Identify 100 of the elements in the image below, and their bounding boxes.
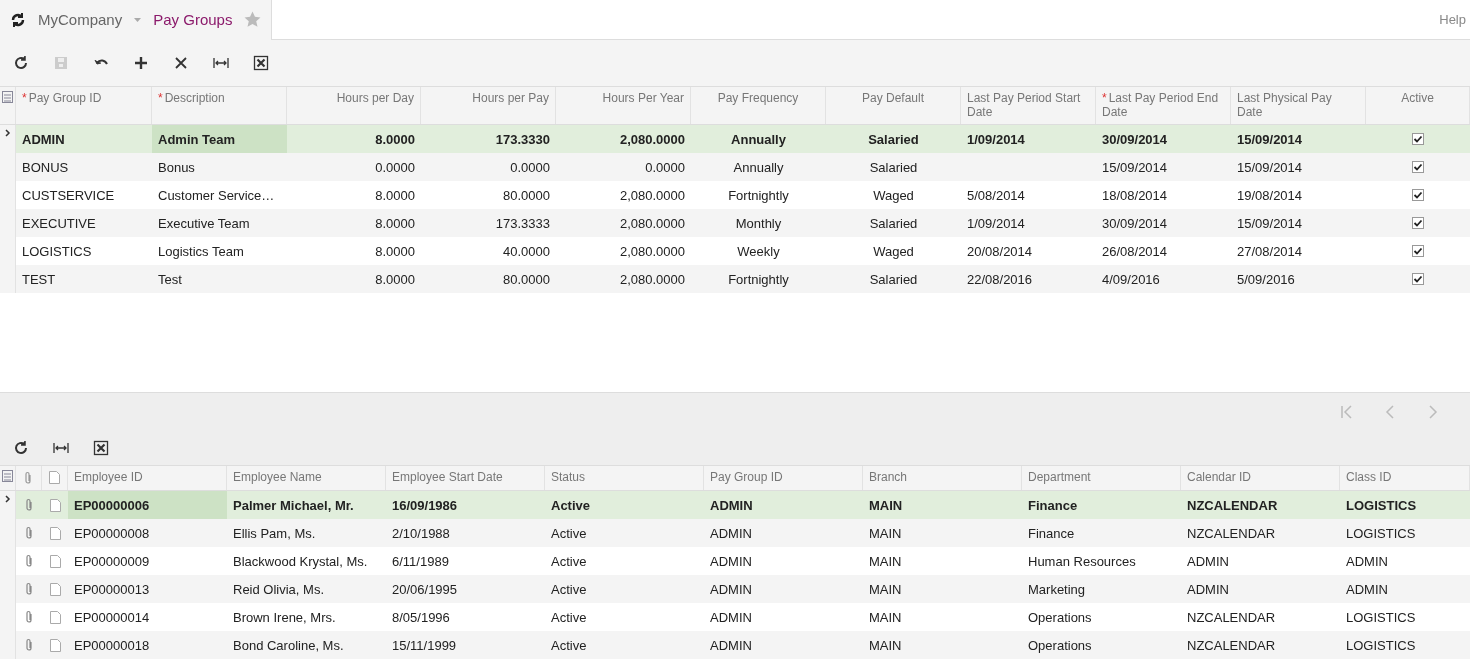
table-cell: MAIN <box>869 637 902 653</box>
attachment-icon[interactable] <box>24 554 34 568</box>
delete-icon[interactable] <box>173 55 189 71</box>
attachment-icon[interactable] <box>24 498 34 512</box>
table-row[interactable]: CUSTSERVICE Customer Service… 8.0000 80.0000 2,080.0000 Fortnightly Waged 5/08/2014 18/08/2014 19/08/2014 <box>0 181 1470 209</box>
table-cell: Executive Team <box>158 215 250 231</box>
note-icon[interactable] <box>49 526 61 540</box>
row-selector[interactable] <box>0 491 16 519</box>
active-checkbox[interactable] <box>1412 133 1424 145</box>
table-row[interactable]: EP00000006 Palmer Michael, Mr. 16/09/1986 Active ADMIN MAIN Finance NZCALENDAR LOGISTICS <box>0 491 1470 519</box>
table-cell: 2,080.0000 <box>619 271 685 287</box>
column-header[interactable]: Branch <box>863 466 1022 490</box>
star-icon[interactable] <box>244 11 262 28</box>
table-cell: Annually <box>733 159 784 175</box>
table-cell: EP00000008 <box>74 525 150 541</box>
column-header[interactable]: Hours per Pay <box>421 87 556 124</box>
table-cell: ADMIN <box>1187 553 1229 569</box>
table-row[interactable]: BONUS Bonus 0.0000 0.0000 0.0000 Annually Salaried 15/09/2014 15/09/2014 <box>0 153 1470 181</box>
column-header[interactable]: Status <box>545 466 704 490</box>
table-cell: NZCALENDAR <box>1187 497 1278 513</box>
row-settings-icon[interactable] <box>2 91 13 103</box>
active-checkbox[interactable] <box>1412 217 1424 229</box>
column-header[interactable]: Department <box>1022 466 1181 490</box>
active-checkbox[interactable] <box>1412 189 1424 201</box>
table-cell: 80.0000 <box>503 187 550 203</box>
refresh-icon[interactable] <box>10 11 26 28</box>
table-row[interactable]: EP00000008 Ellis Pam, Ms. 2/10/1988 Active ADMIN MAIN Finance NZCALENDAR LOGISTICS <box>0 519 1470 547</box>
table-cell: MAIN <box>869 525 902 541</box>
table-cell: Active <box>551 497 591 513</box>
note-icon[interactable] <box>49 638 61 652</box>
column-header[interactable]: Pay Frequency <box>691 87 826 124</box>
column-header[interactable]: Last Physical Pay Date <box>1231 87 1366 124</box>
active-checkbox[interactable] <box>1412 161 1424 173</box>
refresh-icon[interactable] <box>13 440 29 456</box>
column-header[interactable]: Pay Default <box>826 87 961 124</box>
first-page-icon[interactable] <box>1339 404 1355 420</box>
table-row[interactable]: EP00000013 Reid Olivia, Ms. 20/06/1995 Active ADMIN MAIN Marketing ADMIN ADMIN <box>0 575 1470 603</box>
column-header[interactable]: Hours per Day <box>287 87 421 124</box>
active-checkbox[interactable] <box>1412 245 1424 257</box>
table-row[interactable]: EXECUTIVE Executive Team 8.0000 173.3333 2,080.0000 Monthly Salaried 1/09/2014 30/09/2014 15/09/2014 <box>0 209 1470 237</box>
company-name[interactable]: MyCompany <box>38 11 123 28</box>
help-link[interactable]: Help <box>1439 12 1466 27</box>
table-cell: Logistics Team <box>158 243 244 259</box>
table-row[interactable]: LOGISTICS Logistics Team 8.0000 40.0000 2,080.0000 Weekly Waged 20/08/2014 26/08/2014 27/08/2014 <box>0 237 1470 265</box>
table-cell: Marketing <box>1028 581 1086 597</box>
table-cell: 1/09/2014 <box>967 131 1025 147</box>
column-header[interactable]: * Last Pay Period End Date <box>1096 87 1231 124</box>
table-cell: Salaried <box>868 131 919 147</box>
excel-export-icon[interactable] <box>93 440 109 456</box>
table-cell: 173.3333 <box>495 215 550 231</box>
note-icon[interactable] <box>49 471 60 484</box>
note-icon[interactable] <box>49 610 61 624</box>
attachment-icon[interactable] <box>24 638 34 652</box>
attachment-icon[interactable] <box>24 610 34 624</box>
dropdown-icon[interactable] <box>134 17 142 22</box>
table-cell: Ellis Pam, Ms. <box>233 525 316 541</box>
table-row[interactable]: EP00000018 Bond Caroline, Ms. 15/11/1999 Active ADMIN MAIN Operations NZCALENDAR LOGISTICS <box>0 631 1470 659</box>
column-header[interactable]: Employee Name <box>227 466 386 490</box>
table-cell: 2,080.0000 <box>619 243 685 259</box>
table-cell: 8.0000 <box>375 243 415 259</box>
table-cell: EP00000009 <box>74 553 150 569</box>
table-cell: 8.0000 <box>375 271 415 287</box>
column-header[interactable]: Hours Per Year <box>556 87 691 124</box>
active-checkbox[interactable] <box>1412 273 1424 285</box>
column-header[interactable]: Class ID <box>1340 466 1470 490</box>
attachment-icon[interactable] <box>23 471 33 485</box>
note-icon[interactable] <box>49 554 61 568</box>
column-header[interactable]: Pay Group ID <box>704 466 863 490</box>
table-row[interactable]: EP00000009 Blackwood Krystal, Ms. 6/11/1989 Active ADMIN MAIN Human Resources ADMIN ADMIN <box>0 547 1470 575</box>
table-row[interactable]: ADMIN Admin Team 8.0000 173.3330 2,080.0000 Annually Salaried 1/09/2014 30/09/2014 15/09/2014 <box>0 125 1470 153</box>
column-header[interactable]: * Description <box>152 87 287 124</box>
row-selector[interactable] <box>0 125 16 153</box>
excel-export-icon[interactable] <box>253 55 269 71</box>
table-cell: ADMIN <box>22 131 65 147</box>
table-cell: Waged <box>873 243 914 259</box>
column-header[interactable]: Employee ID <box>68 466 227 490</box>
note-icon[interactable] <box>49 498 61 512</box>
attachment-icon[interactable] <box>24 582 34 596</box>
table-row[interactable]: TEST Test 8.0000 80.0000 2,080.0000 Fortnightly Salaried 22/08/2016 4/09/2016 5/09/2016 <box>0 265 1470 293</box>
table-cell: ADMIN <box>1346 553 1388 569</box>
column-header[interactable]: Employee Start Date <box>386 466 545 490</box>
row-settings-icon[interactable] <box>2 470 13 482</box>
column-header[interactable]: * Pay Group ID <box>16 87 152 124</box>
table-cell: Customer Service… <box>158 187 275 203</box>
add-icon[interactable] <box>133 55 149 71</box>
column-header[interactable]: Calendar ID <box>1181 466 1340 490</box>
table-row[interactable]: EP00000014 Brown Irene, Mrs. 8/05/1996 Active ADMIN MAIN Operations NZCALENDAR LOGISTICS <box>0 603 1470 631</box>
note-icon[interactable] <box>49 582 61 596</box>
fit-columns-icon[interactable] <box>53 440 69 456</box>
table-cell: ADMIN <box>710 525 752 541</box>
table-cell: Palmer Michael, Mr. <box>233 497 354 513</box>
column-header[interactable]: Last Pay Period Start Date <box>961 87 1096 124</box>
table-cell: ADMIN <box>710 553 752 569</box>
fit-columns-icon[interactable] <box>213 55 229 71</box>
column-header[interactable]: Active <box>1366 87 1470 124</box>
table-cell: 0.0000 <box>645 159 685 175</box>
attachment-icon[interactable] <box>24 526 34 540</box>
table-cell: MAIN <box>869 553 902 569</box>
table-cell: ADMIN <box>710 497 753 513</box>
refresh-icon[interactable] <box>13 55 29 71</box>
